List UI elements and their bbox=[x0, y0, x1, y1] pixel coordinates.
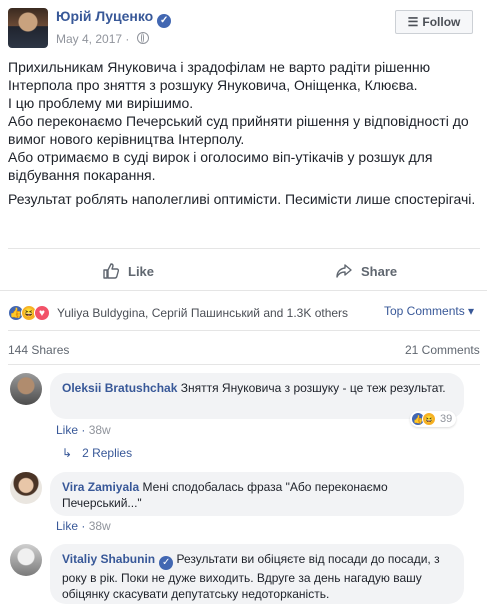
comment-avatar[interactable] bbox=[10, 373, 42, 405]
post-author-name[interactable]: Юрій Луценко bbox=[56, 8, 153, 24]
share-label: Share bbox=[361, 263, 398, 279]
comment-like-link[interactable]: Like bbox=[56, 519, 78, 533]
post-author[interactable]: Юрій Луценко ✓ bbox=[56, 8, 172, 28]
comment-time[interactable]: 38w bbox=[89, 423, 111, 437]
shares-count[interactable]: 144 Shares bbox=[8, 343, 69, 357]
share-button[interactable]: Share bbox=[335, 262, 397, 280]
comment-author[interactable]: Vira Zamiyala bbox=[62, 480, 139, 494]
comment-bubble: Vitaliy Shabunin ✓ Результати ви обіцяєте… bbox=[50, 544, 464, 604]
share-arrow-icon bbox=[336, 264, 352, 278]
post-date[interactable]: May 4, 2017 bbox=[56, 32, 122, 46]
comment-footer: Like · 38w bbox=[56, 519, 111, 533]
top-comments-label: Top Comments bbox=[384, 304, 465, 318]
comment-avatar[interactable] bbox=[10, 472, 42, 504]
post-paragraph: Результат роблять наполегливі оптимісти.… bbox=[8, 191, 476, 207]
globe-icon bbox=[136, 32, 149, 44]
post-paragraph: Прихильникам Януковича і зрадофілам не в… bbox=[8, 59, 469, 183]
divider bbox=[8, 248, 480, 249]
post-meta: May 4, 2017 · bbox=[56, 32, 149, 46]
comment-author[interactable]: Oleksii Bratushchak bbox=[62, 381, 177, 395]
love-reaction-icon: ♥ bbox=[34, 305, 50, 321]
chevron-down-icon: ▾ bbox=[468, 304, 475, 318]
comment-reaction-count: 39 bbox=[440, 413, 453, 425]
rss-icon: ☰ bbox=[407, 15, 419, 29]
comment-avatar[interactable] bbox=[10, 544, 42, 576]
comment-bubble: Oleksii Bratushchak Зняття Януковича з р… bbox=[50, 373, 464, 419]
divider bbox=[0, 290, 487, 291]
comments-count[interactable]: 21 Comments bbox=[405, 343, 480, 357]
post-body: Прихильникам Януковича і зрадофілам не в… bbox=[8, 58, 480, 214]
comment-text: Зняття Януковича з розшуку - це теж резу… bbox=[180, 381, 446, 395]
divider bbox=[8, 364, 480, 365]
verified-badge-icon: ✓ bbox=[157, 14, 172, 28]
replies-label: 2 Replies bbox=[82, 446, 133, 460]
follow-button[interactable]: ☰ Follow bbox=[395, 10, 473, 34]
reaction-names[interactable]: Yuliya Buldygina, Сергій Пашинський and … bbox=[57, 306, 348, 320]
follow-label: Follow bbox=[422, 15, 461, 29]
like-label: Like bbox=[128, 263, 155, 279]
author-avatar[interactable] bbox=[8, 8, 48, 48]
reactions-summary[interactable]: 👍 😆 ♥ Yuliya Buldygina, Сергій Пашинськи… bbox=[8, 304, 348, 322]
reply-arrow-icon: ↳ bbox=[62, 446, 73, 460]
comment-author[interactable]: Vitaliy Shabunin bbox=[62, 552, 155, 566]
like-button[interactable]: Like bbox=[102, 262, 154, 280]
comment-footer: Like · 38w bbox=[56, 423, 111, 437]
top-comments-dropdown[interactable]: Top Comments ▾ bbox=[384, 304, 474, 318]
comment-like-link[interactable]: Like bbox=[56, 423, 78, 437]
divider bbox=[8, 330, 480, 331]
comment-bubble: Vira Zamiyala Мені сподобалась фраза "Аб… bbox=[50, 472, 464, 516]
comment-time[interactable]: 38w bbox=[89, 519, 111, 533]
view-replies-link[interactable]: ↳ 2 Replies bbox=[62, 446, 132, 460]
comment-reactions[interactable]: 👍 😆 39 bbox=[410, 411, 457, 427]
thumbs-up-icon bbox=[103, 263, 120, 279]
verified-badge-icon: ✓ bbox=[159, 556, 174, 570]
haha-reaction-icon: 😆 bbox=[422, 412, 436, 426]
